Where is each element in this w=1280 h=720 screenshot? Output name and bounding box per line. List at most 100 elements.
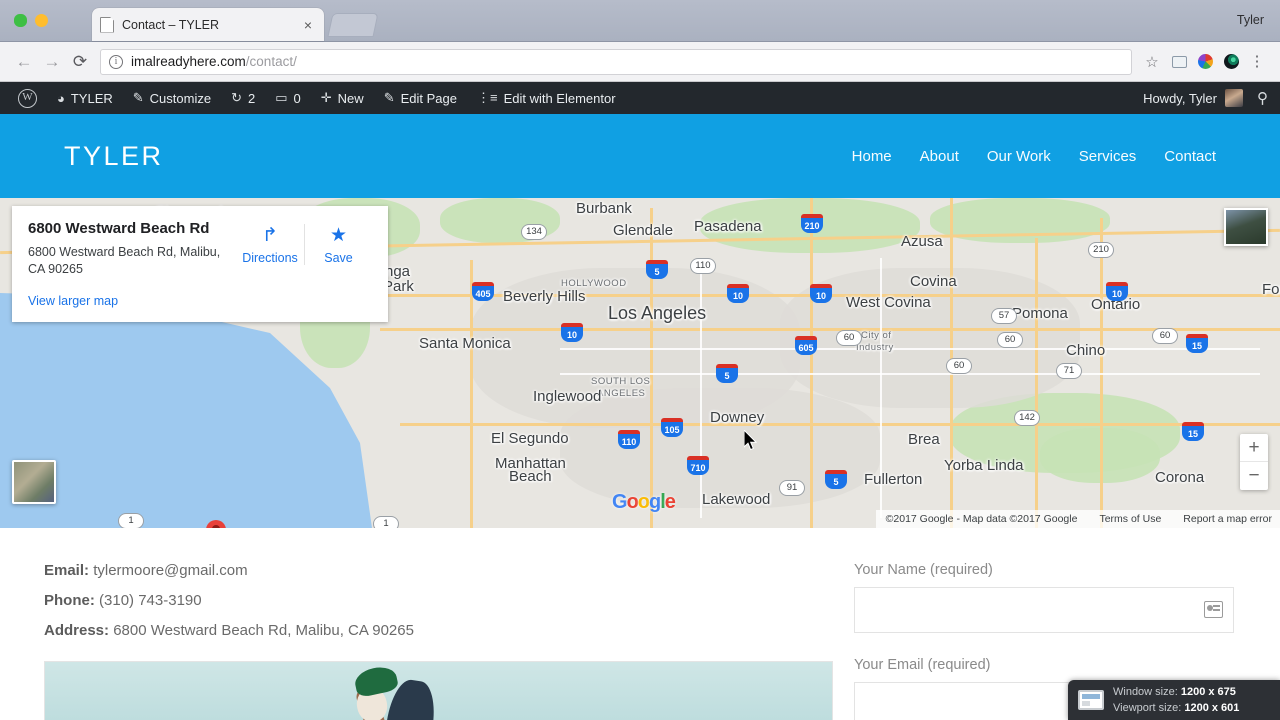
- kebab-glyph: ⋮: [1249, 53, 1265, 70]
- interstate-number: 210: [804, 221, 820, 231]
- map-label: SOUTH LOS: [591, 376, 651, 387]
- email-field-label: Your Email (required): [854, 657, 991, 673]
- interstate-number: 405: [475, 289, 491, 299]
- phone-label: Phone:: [44, 592, 95, 609]
- nav-item-home[interactable]: Home: [852, 148, 892, 165]
- size-readout: Window size: 1200 x 675 Viewport size: 1…: [1113, 684, 1239, 716]
- interstate-number: 10: [815, 291, 826, 301]
- map-label: City of: [861, 330, 892, 341]
- map-label: West Covina: [846, 294, 931, 311]
- report-map-error-link[interactable]: Report a map error: [1183, 513, 1272, 525]
- google-logo-e: e: [664, 491, 676, 513]
- howdy-label: Howdy, Tyler: [1143, 90, 1217, 106]
- map-label: For: [1262, 281, 1280, 298]
- forward-icon[interactable]: →: [38, 48, 66, 76]
- interstate-number: 15: [1187, 429, 1198, 439]
- colorwheel-extension-icon[interactable]: [1192, 49, 1218, 75]
- interstate-shield-icon: 210: [801, 214, 823, 233]
- new-tab-button[interactable]: [327, 13, 379, 37]
- maximize-window-button[interactable]: [14, 14, 27, 27]
- site-name-label: TYLER: [70, 90, 113, 106]
- place-title: 6800 Westward Beach Rd: [28, 220, 210, 237]
- tab-close-icon[interactable]: ×: [300, 18, 316, 32]
- admin-bar-edit-with-elementor[interactable]: ⋮≡ Edit with Elementor: [467, 82, 626, 114]
- updates-icon: ↻: [231, 90, 242, 105]
- map-label: Burbank: [576, 200, 632, 217]
- map-label: Azusa: [901, 233, 943, 250]
- autofill-contact-card-icon[interactable]: [1204, 601, 1223, 618]
- address-bar-url: imalreadyhere.com/contact/: [131, 54, 297, 69]
- adblock-extension-icon[interactable]: [1218, 49, 1244, 75]
- search-icon[interactable]: ⚲: [1257, 89, 1268, 107]
- name-field-wrapper[interactable]: [854, 587, 1234, 633]
- map-label: Pomona: [1012, 305, 1068, 322]
- interstate-number: 710: [690, 463, 706, 473]
- site-logo[interactable]: TYLER: [64, 141, 164, 172]
- viewport-size-label: Viewport size:: [1113, 702, 1182, 714]
- nav-item-services[interactable]: Services: [1079, 148, 1137, 165]
- browser-menu-icon[interactable]: ⋮: [1244, 49, 1270, 75]
- wordpress-logo-icon: [18, 88, 37, 108]
- wp-logo-menu[interactable]: [8, 82, 47, 114]
- window-size-value: 1200 x 675: [1180, 686, 1236, 698]
- directions-button[interactable]: ↱ Directions: [236, 224, 304, 265]
- primary-navigation: Home About Our Work Services Contact: [852, 148, 1216, 165]
- comments-count: 0: [293, 90, 301, 106]
- save-button[interactable]: ★ Save: [304, 224, 372, 265]
- email-label: Email:: [44, 562, 90, 579]
- back-icon[interactable]: ←: [10, 48, 38, 76]
- admin-bar-updates[interactable]: ↻ 2: [221, 82, 265, 114]
- admin-bar-site-name[interactable]: ◕ TYLER: [47, 82, 123, 114]
- google-logo-o1: o: [626, 491, 639, 513]
- interstate-shield-icon: 10: [561, 323, 583, 342]
- view-larger-map-link[interactable]: View larger map: [28, 294, 118, 308]
- avatar: [1225, 89, 1243, 107]
- new-label: New: [337, 90, 364, 106]
- zoom-out-button[interactable]: −: [1240, 462, 1268, 490]
- reload-icon[interactable]: ⟳: [66, 48, 94, 76]
- customize-label: Customize: [149, 90, 212, 106]
- google-logo-g2: g: [649, 491, 661, 513]
- interstate-shield-icon: 405: [472, 282, 494, 301]
- address-value: 6800 Westward Beach Rd, Malibu, CA 90265: [113, 622, 414, 639]
- map-label: Yorba Linda: [944, 457, 1024, 474]
- map-marker-pin[interactable]: [206, 520, 226, 528]
- bookmark-star-icon[interactable]: ☆: [1140, 49, 1166, 75]
- address-bar[interactable]: i imalreadyhere.com/contact/: [100, 48, 1132, 75]
- nav-item-contact[interactable]: Contact: [1164, 148, 1216, 165]
- window-user-label: Tyler: [1236, 13, 1264, 27]
- map-label: Beverly Hills: [503, 288, 586, 305]
- place-address: 6800 Westward Beach Rd, Malibu, CA 90265: [28, 245, 221, 276]
- map-label: Covina: [910, 273, 957, 290]
- zoom-in-button[interactable]: +: [1240, 434, 1268, 462]
- map-label: Brea: [908, 431, 940, 448]
- street-view-thumbnail[interactable]: [1224, 208, 1268, 246]
- admin-bar-comments[interactable]: ▭ 0: [265, 82, 311, 114]
- admin-bar-edit-page[interactable]: ✎ Edit Page: [374, 82, 467, 114]
- address-label: Address:: [44, 622, 110, 639]
- map-label: Pasadena: [694, 218, 762, 235]
- google-map-embed[interactable]: ThousandBurbankGlendalePasadenaAzusaHOLL…: [0, 198, 1280, 528]
- nav-item-about[interactable]: About: [920, 148, 959, 165]
- interstate-shield-icon: 10: [1106, 282, 1128, 301]
- screenshot-extension-icon[interactable]: [1166, 49, 1192, 75]
- minimize-window-button[interactable]: [35, 14, 48, 27]
- satellite-view-toggle[interactable]: [12, 460, 56, 504]
- viewport-size-row: Viewport size: 1200 x 601: [1113, 700, 1239, 716]
- your-name-input[interactable]: [855, 588, 1233, 632]
- nav-item-our-work[interactable]: Our Work: [987, 148, 1051, 165]
- edit-with-elementor-label: Edit with Elementor: [503, 90, 616, 106]
- star-glyph: ☆: [1145, 53, 1159, 71]
- browser-toolbar: ← → ⟳ i imalreadyhere.com/contact/ ☆ ⋮: [0, 42, 1280, 82]
- viewport-size-value: 1200 x 601: [1184, 702, 1240, 714]
- site-info-icon[interactable]: i: [109, 54, 123, 69]
- interstate-shield-icon: 10: [727, 284, 749, 303]
- terms-of-use-link[interactable]: Terms of Use: [1099, 513, 1161, 525]
- browser-tab[interactable]: Contact – TYLER ×: [92, 8, 324, 41]
- map-label: Glendale: [613, 222, 674, 239]
- admin-bar-customize[interactable]: ✎ Customize: [123, 82, 221, 114]
- map-card-actions: ↱ Directions ★ Save: [236, 220, 372, 310]
- site-header: TYLER Home About Our Work Services Conta…: [0, 114, 1280, 198]
- admin-bar-account[interactable]: Howdy, Tyler ⚲: [1143, 89, 1280, 107]
- admin-bar-new[interactable]: ✛ New: [311, 82, 374, 114]
